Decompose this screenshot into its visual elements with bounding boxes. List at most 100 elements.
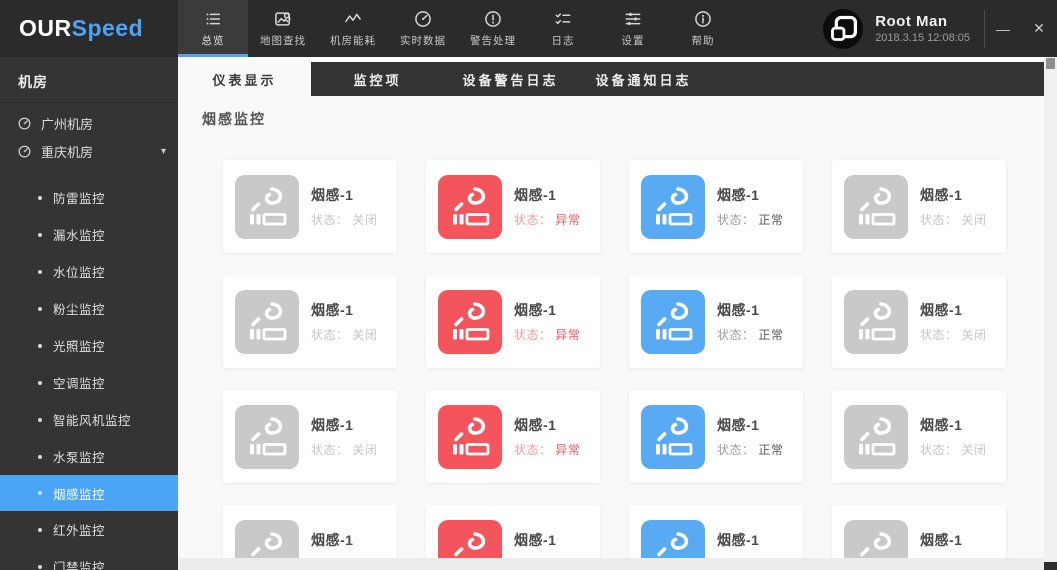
device-name: 烟感-1: [514, 417, 557, 433]
sidebar-item-aircon[interactable]: 空调监控: [0, 364, 178, 401]
smoke-icon: [235, 174, 299, 239]
device-text: 烟感-1 状态： 正常: [717, 415, 783, 458]
sidebar-item-water-level[interactable]: 水位监控: [0, 253, 178, 290]
bullet-icon: [38, 269, 42, 274]
device-card[interactable]: 烟感-1 状态： 异常: [426, 390, 600, 483]
tab-dashboard[interactable]: 仪表显示: [178, 62, 311, 96]
device-name: 烟感-1: [717, 417, 760, 433]
device-status: 状态： 关闭: [311, 326, 377, 343]
device-card[interactable]: 烟感-1 状态： 正常: [629, 275, 803, 368]
nav-item-alert-handle[interactable]: 警告处理: [458, 0, 528, 57]
device-name: 烟感-1: [717, 302, 760, 318]
sidebar-item-door-access[interactable]: 门禁监控: [0, 548, 178, 570]
device-grid: 烟感-1 状态： 关闭 烟感-1 状态： 异常 烟感-1 状态： 正常 烟感-1 状态： 关闭…: [223, 160, 1044, 570]
nav-item-room-energy[interactable]: 机房能耗: [318, 0, 388, 57]
status-label: 状态：: [920, 328, 962, 342]
device-status: 状态： 正常: [717, 441, 783, 458]
device-text: 烟感-1 状态： 关闭: [920, 415, 986, 458]
smoke-icon: [235, 289, 299, 354]
sidebar-item-label: 门禁监控: [53, 561, 106, 570]
bullet-icon: [38, 195, 42, 200]
sidebar-item-label: 防雷监控: [53, 192, 106, 206]
nav-item-logs[interactable]: 日志: [528, 0, 598, 57]
sidebar-item-label: 智能风机监控: [53, 414, 132, 428]
status-value: 关闭: [352, 328, 378, 342]
alert-icon: [483, 9, 503, 29]
sidebar-item-label: 水泵监控: [53, 451, 106, 465]
user-info[interactable]: Root Man 2018.3.15 12:08:05: [822, 0, 984, 57]
device-card[interactable]: 烟感-1 状态： 关闭: [832, 275, 1006, 368]
status-label: 状态：: [920, 443, 962, 457]
nav-item-map-search[interactable]: 地图查找: [248, 0, 318, 57]
device-name: 烟感-1: [920, 187, 963, 203]
device-card[interactable]: 烟感-1 状态： 关闭: [223, 160, 397, 253]
device-name: 烟感-1: [920, 532, 963, 548]
sidebar-item-label: 水位监控: [53, 266, 106, 280]
device-card[interactable]: 烟感-1 状态： 正常: [629, 390, 803, 483]
device-card[interactable]: 烟感-1 状态： 关闭: [223, 390, 397, 483]
sidebar-header: 机房: [18, 74, 48, 90]
nav-item-realtime-data[interactable]: 实时数据: [388, 0, 458, 57]
device-status: 状态： 关闭: [920, 211, 986, 228]
sidebar-item-light[interactable]: 光照监控: [0, 327, 178, 364]
device-card[interactable]: 烟感-1 状态： 关闭: [223, 275, 397, 368]
device-text: 烟感-1 状态： 正常: [717, 185, 783, 228]
close-button[interactable]: ✕: [1021, 0, 1057, 57]
status-label: 状态：: [311, 443, 353, 457]
nav-item-label: 实时数据: [400, 35, 446, 47]
device-card[interactable]: 烟感-1 状态： 正常: [629, 160, 803, 253]
sidebar-item-smoke[interactable]: 烟感监控: [0, 475, 178, 511]
vertical-scrollbar-thumb[interactable]: [1046, 58, 1055, 69]
room-item-chongqing[interactable]: 重庆机房 ▾: [0, 137, 178, 165]
nav-item-settings[interactable]: 设置: [598, 0, 668, 57]
horizontal-scrollbar[interactable]: [178, 558, 1044, 570]
smoke-icon: [438, 174, 502, 239]
device-card[interactable]: 烟感-1 状态： 关闭: [832, 390, 1006, 483]
status-label: 状态：: [920, 213, 962, 227]
room-item-guangzhou[interactable]: 广州机房: [0, 109, 178, 137]
nav-item-help[interactable]: 帮助: [668, 0, 738, 57]
tab-bar: 仪表显示 监控项 设备警告日志 设备通知日志: [178, 62, 1044, 96]
sidebar: 机房 广州机房 重庆机房 ▾ 防雷监控漏水监控水位监控粉尘监控 光照监控 空调监控智能风…: [0, 57, 178, 570]
sidebar-item-water-leak[interactable]: 漏水监控: [0, 216, 178, 253]
sidebar-item-smart-fan[interactable]: 智能风机监控: [0, 401, 178, 438]
device-status: 状态： 异常: [514, 326, 580, 343]
minimize-button[interactable]: —: [985, 0, 1021, 57]
user-avatar[interactable]: [822, 8, 864, 50]
tab-device-notify-log[interactable]: 设备通知日志: [577, 62, 710, 96]
vertical-scrollbar-track[interactable]: [1044, 57, 1057, 570]
device-text: 烟感-1 状态： 关闭: [311, 185, 377, 228]
room-list: 广州机房 重庆机房 ▾: [0, 109, 178, 165]
status-label: 状态：: [311, 328, 353, 342]
nav-item-overview[interactable]: 总览: [178, 0, 248, 57]
device-text: 烟感-1 状态： 关闭: [311, 300, 377, 343]
device-card[interactable]: 烟感-1 状态： 关闭: [832, 160, 1006, 253]
sidebar-item-infrared[interactable]: 红外监控: [0, 511, 178, 548]
status-value: 关闭: [961, 443, 987, 457]
device-name: 烟感-1: [311, 187, 354, 203]
page-title: 烟感监控: [202, 111, 266, 127]
device-card[interactable]: 烟感-1 状态： 异常: [426, 275, 600, 368]
device-name: 烟感-1: [717, 532, 760, 548]
body-row: 机房 广州机房 重庆机房 ▾ 防雷监控漏水监控水位监控粉尘监控 光照监控 空调监控智能风…: [0, 57, 1057, 570]
device-name: 烟感-1: [920, 417, 963, 433]
device-status: 状态： 正常: [717, 326, 783, 343]
sidebar-item-water-pump[interactable]: 水泵监控: [0, 438, 178, 475]
device-text: 烟感-1 状态： 关闭: [311, 415, 377, 458]
status-label: 状态：: [717, 328, 759, 342]
sidebar-item-dust[interactable]: 粉尘监控: [0, 290, 178, 327]
sidebar-item-list: 防雷监控漏水监控水位监控粉尘监控 光照监控 空调监控智能风机监控 水泵监控烟感监控 红外…: [0, 179, 178, 570]
scrollbar-corner: [1044, 562, 1057, 570]
settings-icon: [623, 9, 643, 29]
tab-monitor-items[interactable]: 监控项: [311, 62, 444, 96]
dial-icon: [17, 143, 33, 159]
device-name: 烟感-1: [514, 187, 557, 203]
chevron-down-icon[interactable]: ▾: [161, 146, 166, 157]
sidebar-item-lightning[interactable]: 防雷监控: [0, 179, 178, 216]
device-name: 烟感-1: [514, 302, 557, 318]
tab-device-alert-log[interactable]: 设备警告日志: [444, 62, 577, 96]
logo-text-our: OUR: [19, 15, 72, 41]
status-value: 正常: [758, 328, 784, 342]
device-card[interactable]: 烟感-1 状态： 异常: [426, 160, 600, 253]
top-bar: OUR Speed 总览 地图查找 机房能耗 实时数据 警告处理 日志 设置 帮助 Root M…: [0, 0, 1057, 57]
